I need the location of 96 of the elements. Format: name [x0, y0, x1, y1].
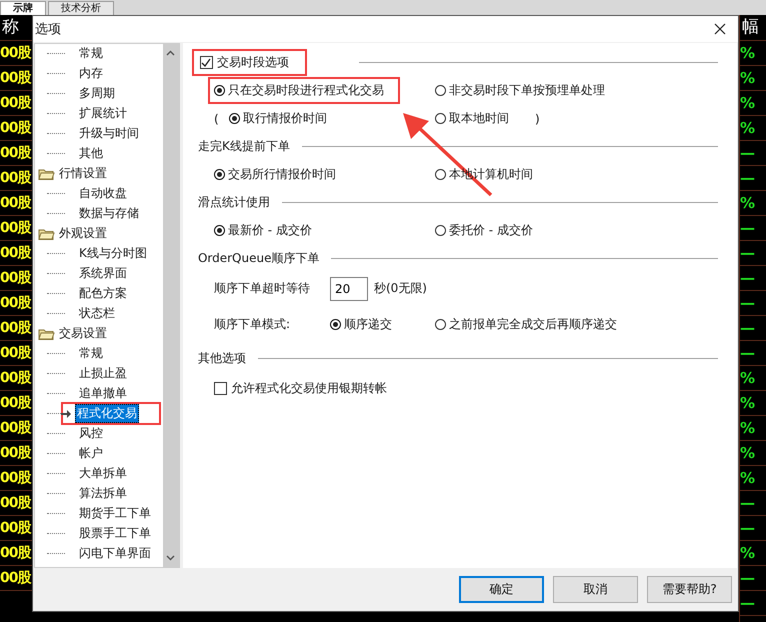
tree-item[interactable]: 常规	[76, 344, 105, 364]
parenthesis: )	[534, 112, 540, 126]
table-cell: %	[740, 466, 766, 491]
scroll-up-icon[interactable]	[166, 50, 176, 56]
table-cell: —	[740, 341, 766, 366]
option-label[interactable]: 最新价 - 成交价	[228, 222, 312, 240]
tree-item[interactable]: 算法拆单	[76, 484, 129, 504]
radio-button[interactable]	[214, 85, 225, 96]
table-cell: %	[740, 66, 766, 91]
tree-item[interactable]: 内存	[76, 64, 105, 84]
radio-button[interactable]	[434, 319, 446, 330]
tree-item[interactable]: 数据与存储	[76, 204, 141, 224]
table-cell: —	[740, 316, 766, 341]
tree-item[interactable]: 交易设置	[58, 325, 107, 342]
table-cell: —	[740, 491, 766, 516]
table-cell: —	[740, 216, 766, 241]
table-cell: —	[740, 591, 766, 616]
table-cell: —	[740, 291, 766, 316]
option-label[interactable]: 取本地时间	[448, 110, 509, 128]
tree-item[interactable]: 程式化交易	[74, 404, 139, 424]
tree-item[interactable]: 闪电下单界面	[76, 544, 153, 564]
tree-item[interactable]: 外观设置	[58, 225, 107, 242]
table-cell: —	[740, 141, 766, 166]
group-title: 滑点统计使用	[198, 194, 270, 212]
tree-item[interactable]: 止损止盈	[76, 364, 129, 384]
tree-item[interactable]: 其他	[76, 144, 105, 164]
tree-item[interactable]: 配色方案	[76, 284, 129, 304]
tree-item[interactable]: 自动收盘	[76, 184, 129, 204]
parenthesis: (	[214, 112, 220, 126]
field-label: 顺序下单超时等待	[214, 280, 311, 298]
tree-item[interactable]: 状态栏	[76, 304, 117, 324]
check-icon	[201, 58, 212, 68]
option-label[interactable]: 取行情报价时间	[242, 110, 327, 128]
tree-item[interactable]: 期货手工下单	[76, 504, 153, 524]
radio-button[interactable]	[330, 319, 341, 330]
table-cell: %	[740, 391, 766, 416]
table-cell: —	[740, 241, 766, 266]
folder-icon	[38, 227, 55, 240]
group-title: 走完K线提前下单	[198, 138, 290, 156]
option-label[interactable]: 非交易时段下单按预埋单处理	[448, 82, 605, 100]
tab[interactable]: 示牌	[0, 1, 46, 15]
scrollbar[interactable]	[162, 44, 179, 568]
dialog-button[interactable]: 确定	[459, 576, 544, 604]
tree-item[interactable]: 系统界面	[76, 264, 129, 284]
table-cell: —	[740, 166, 766, 191]
folder-icon	[38, 327, 55, 340]
table-cell: %	[740, 116, 766, 141]
folder-icon	[38, 167, 55, 180]
option-label[interactable]: 委托价 - 成交价	[448, 222, 533, 240]
table-cell: —	[740, 566, 766, 591]
dialog-button[interactable]: 需要帮助?	[647, 576, 732, 604]
table-cell: —	[740, 266, 766, 291]
field-label: 顺序下单模式:	[214, 316, 291, 334]
radio-button[interactable]	[434, 169, 446, 180]
table-cell: %	[740, 41, 766, 66]
option-label[interactable]: 之前报单完全成交后再顺序递交	[448, 316, 617, 334]
group-title: OrderQueue顺序下单	[198, 250, 320, 268]
radio-button[interactable]	[228, 113, 240, 124]
radio-button[interactable]	[214, 225, 225, 236]
table-cell: %	[740, 191, 766, 216]
table-cell: %	[740, 541, 766, 566]
checkbox[interactable]: 允许程式化交易使用银期转帐	[214, 380, 387, 398]
pointer-icon	[60, 408, 71, 419]
window-title: 选项	[34, 20, 61, 38]
table-cell: —	[740, 516, 766, 541]
tree-item[interactable]: 股票手工下单	[76, 524, 153, 544]
table-cell: %	[740, 441, 766, 466]
table-cell: %	[740, 91, 766, 116]
tree-item[interactable]: 追单撤单	[76, 384, 129, 404]
tab[interactable]: 技术分析	[48, 1, 114, 15]
tree-item[interactable]: K线与分时图	[76, 244, 149, 264]
tree-item[interactable]: 扩展统计	[76, 104, 129, 124]
radio-button[interactable]	[434, 225, 446, 236]
tree-item[interactable]: 升级与时间	[76, 124, 141, 144]
column-header: 幅	[740, 15, 766, 41]
unit-label: 秒(0无限)	[374, 280, 427, 298]
tree-item[interactable]: 帐户	[76, 444, 105, 464]
table-cell: %	[740, 366, 766, 391]
scroll-down-icon[interactable]	[166, 555, 176, 562]
radio-button[interactable]	[434, 85, 446, 96]
checkbox[interactable]: 交易时段选项	[200, 54, 289, 72]
close-icon[interactable]	[714, 22, 726, 35]
option-label[interactable]: 顺序递交	[344, 316, 392, 334]
radio-button[interactable]	[214, 169, 225, 180]
input-field[interactable]: 20	[330, 276, 368, 301]
dialog-button[interactable]: 取消	[553, 576, 638, 604]
tree-item[interactable]: 大单拆单	[76, 464, 129, 484]
tree-item[interactable]: 多周期	[76, 84, 117, 104]
option-label[interactable]: 只在交易时段进行程式化交易	[228, 82, 384, 100]
option-label[interactable]: 交易所行情报价时间	[228, 166, 336, 184]
tree-item[interactable]: 行情设置	[58, 165, 107, 182]
radio-button[interactable]	[434, 113, 446, 124]
table-cell: %	[740, 416, 766, 441]
tree-item[interactable]: 常规	[76, 44, 105, 64]
tree-item[interactable]: 风控	[76, 424, 105, 444]
group-title: 其他选项	[198, 350, 246, 368]
